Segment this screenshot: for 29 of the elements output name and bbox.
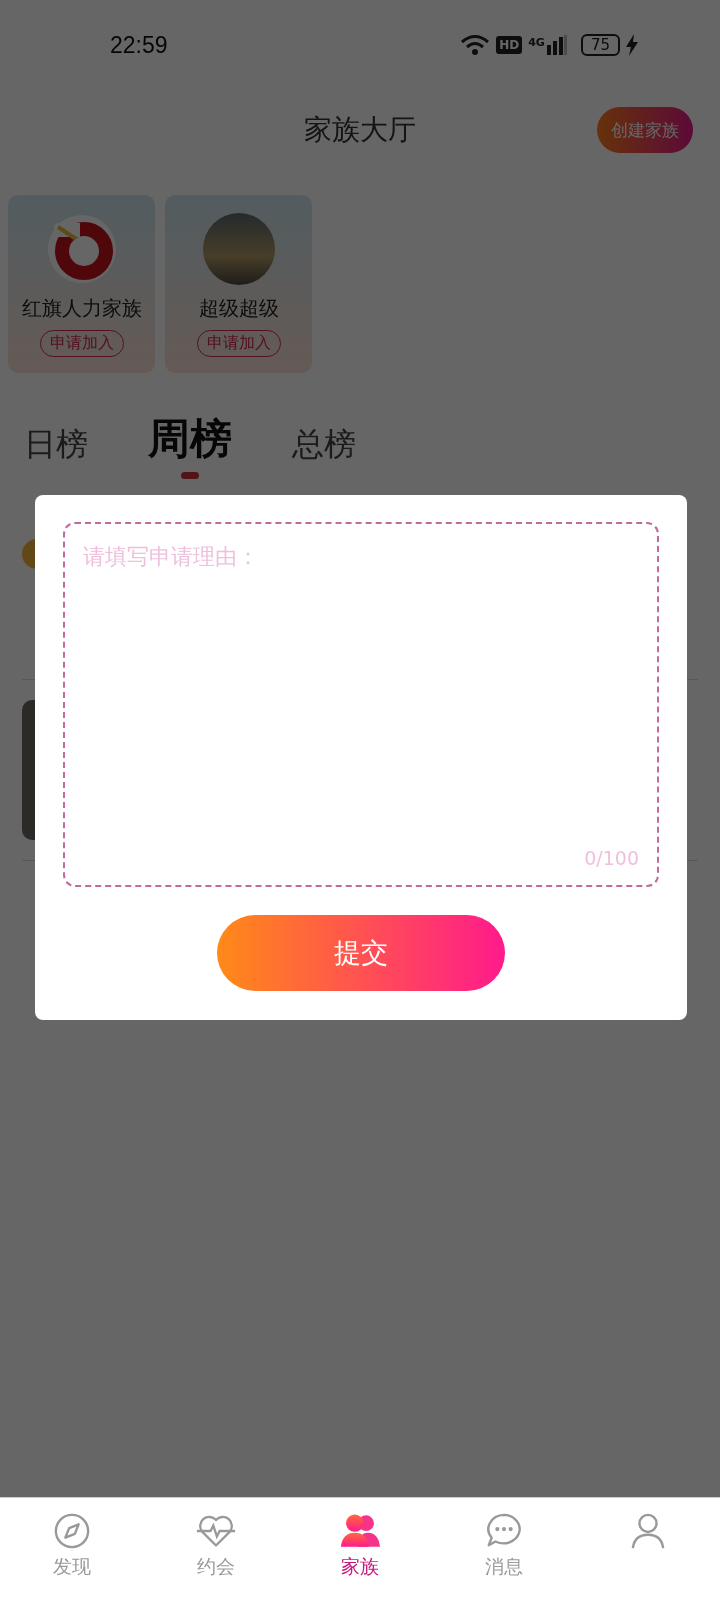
ranking-tab[interactable]: 日榜 [24,423,88,479]
people-icon [340,1512,380,1550]
family-name: 超级超级 [198,295,279,322]
submit-button[interactable]: 提交 [217,915,505,991]
nav-tab[interactable]: 发现 [0,1512,144,1580]
nav-tab[interactable]: 约会 [144,1512,288,1580]
family-card[interactable]: 超级超级 申请加入 [165,195,312,373]
wifi-icon [460,34,491,56]
character-counter: 0/100 [584,847,639,869]
ranking-tab[interactable]: 总榜 [292,423,356,479]
hd-badge: HD [496,36,523,54]
ranking-tab[interactable]: 周榜 [148,411,232,479]
battery-level: 75 [580,34,620,56]
create-family-button[interactable]: 创建家族 [597,107,693,153]
nav-tab[interactable]: 消息 [432,1512,576,1580]
charging-icon [626,34,638,56]
nav-label: 发现 [53,1554,91,1579]
family-logo-icon [45,213,118,285]
compass-icon [52,1512,92,1550]
signal-icon [546,35,567,55]
nav-label: 家族 [341,1554,379,1579]
status-time: 22:59 [110,31,168,59]
nav-tab[interactable]: 家族 [288,1512,432,1580]
family-card[interactable]: 红旗人力家族 申请加入 [8,195,155,373]
nav-label: 消息 [485,1554,523,1579]
page-title: 家族大厅 [304,112,416,148]
network-label: 4G [528,36,545,49]
family-name: 红旗人力家族 [21,295,142,322]
nav-label: 约会 [197,1554,235,1579]
